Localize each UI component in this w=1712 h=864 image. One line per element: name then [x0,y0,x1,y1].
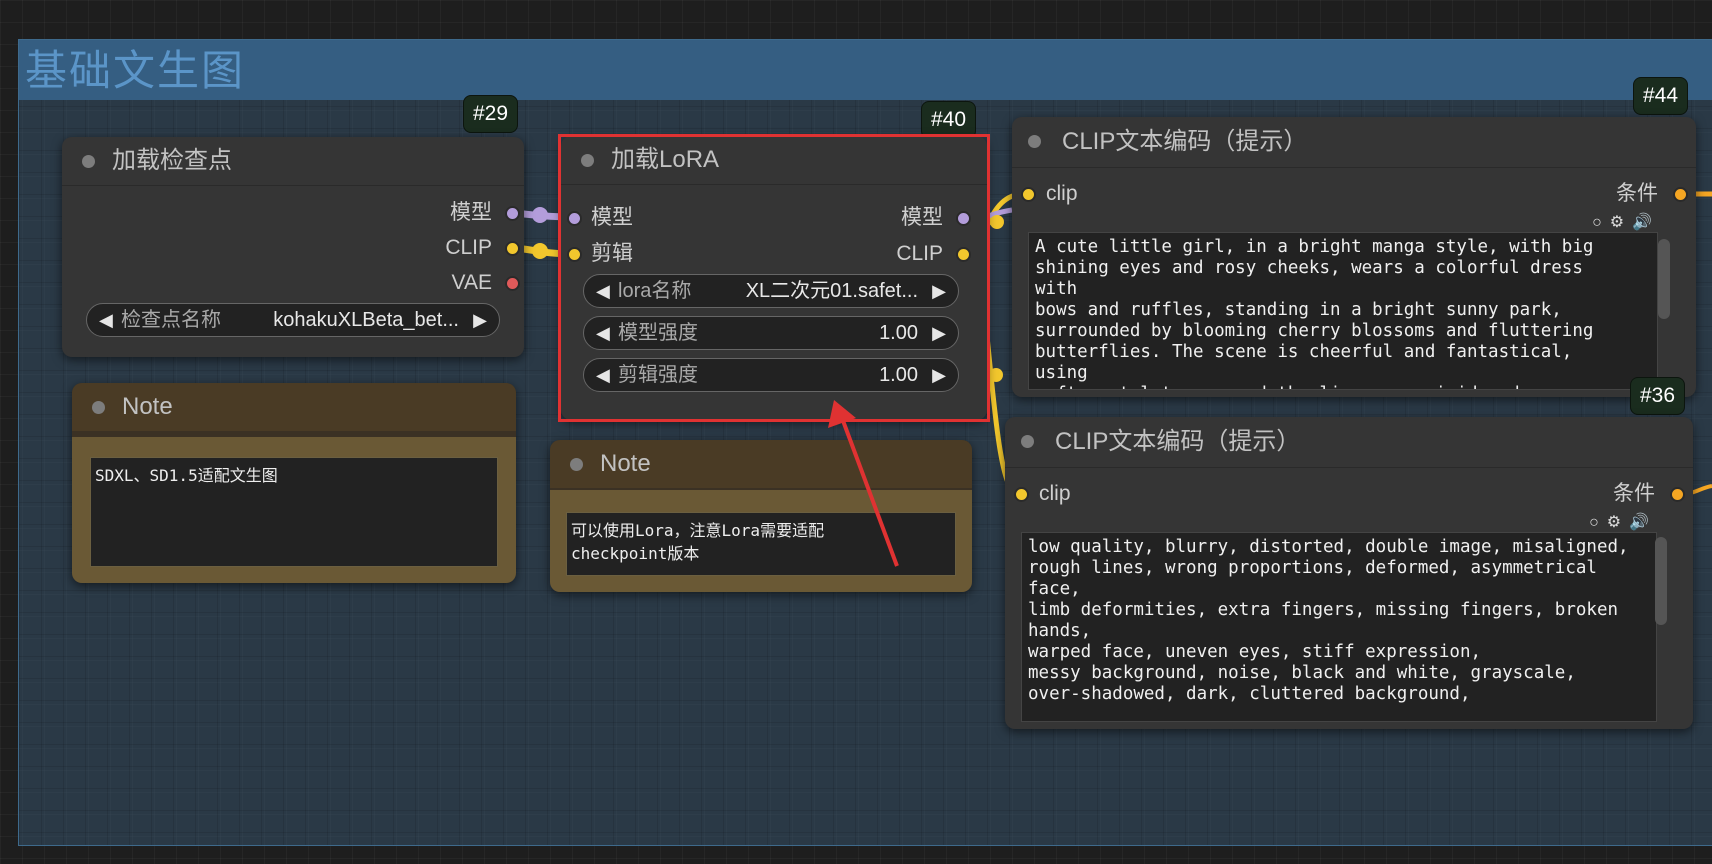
note-node[interactable]: Note 可以使用Lora，注意Lora需要适配 checkpoint版本 [550,440,972,592]
collapse-dot[interactable] [1028,135,1041,148]
output-socket-conditioning[interactable] [1670,487,1685,502]
output-socket-model[interactable] [505,206,520,221]
output-label-model: 模型 [450,201,492,224]
arrow-left-icon[interactable]: ◀ [99,304,113,336]
prompt-textarea[interactable]: low quality, blurry, distorted, double i… [1021,532,1657,722]
output-label-clip: CLIP [445,236,492,259]
collapse-dot[interactable] [1021,435,1034,448]
input-socket-clip[interactable] [1014,487,1029,502]
input-label-clip: clip [1039,482,1071,505]
speaker-icon[interactable]: 🔊 [1629,514,1657,531]
widget-toolbar: ○⚙🔊 [1592,212,1660,232]
load-checkpoint-node[interactable]: 加载检查点 模型 CLIP VAE ◀ 检查点名称 kohakuXLBeta_b… [62,137,524,357]
clip-text-encode-positive-node[interactable]: CLIP文本编码（提示） clip 条件 ○⚙🔊 A cute little g… [1012,117,1696,397]
output-label-vae: VAE [451,271,492,294]
note-text[interactable]: SDXL、SD1.5适配文生图 [90,457,498,567]
node-header[interactable]: CLIP文本编码（提示） [1012,117,1696,168]
widget-label: 检查点名称 [121,309,221,331]
output-socket-clip[interactable] [505,241,520,256]
collapse-dot[interactable] [570,458,583,471]
node-title: 加载检查点 [112,147,232,174]
node-id-badge: #36 [1630,377,1686,415]
node-title: Note [600,450,651,477]
note-text[interactable]: 可以使用Lora，注意Lora需要适配 checkpoint版本 [566,512,956,576]
widget-toolbar: ○⚙🔊 [1589,512,1657,532]
node-header[interactable]: 加载检查点 [62,137,524,186]
textarea-scrollbar[interactable] [1658,239,1670,319]
textarea-scrollbar[interactable] [1655,537,1667,625]
prompt-textarea[interactable]: A cute little girl, in a bright manga st… [1028,232,1658,390]
node-id-badge: #29 [463,95,519,133]
toggle-icon[interactable]: ○ [1589,514,1607,531]
speaker-icon[interactable]: 🔊 [1632,214,1660,231]
input-label-clip: clip [1046,182,1078,205]
node-title: Note [122,393,173,420]
gear-icon[interactable]: ⚙ [1610,214,1632,231]
checkpoint-name-combo[interactable]: ◀ 检查点名称 kohakuXLBeta_bet... ▶ [86,303,500,337]
group-title: 基础文生图 [25,47,246,94]
node-id-badge: #44 [1633,77,1689,115]
input-socket-clip[interactable] [1021,187,1036,202]
collapse-dot[interactable] [92,401,105,414]
widget-value: kohakuXLBeta_bet... [273,309,459,331]
clip-text-encode-negative-node[interactable]: CLIP文本编码（提示） clip 条件 ○⚙🔊 low quality, bl… [1005,417,1693,729]
collapse-dot[interactable] [82,155,95,168]
node-header[interactable]: Note [550,440,972,488]
toggle-icon[interactable]: ○ [1592,214,1610,231]
output-label-conditioning: 条件 [1616,182,1658,205]
output-label-conditioning: 条件 [1613,482,1655,505]
node-title: CLIP文本编码（提示） [1055,428,1301,455]
note-node[interactable]: Note SDXL、SD1.5适配文生图 [72,383,516,583]
output-socket-conditioning[interactable] [1673,187,1688,202]
arrow-right-icon[interactable]: ▶ [473,304,487,336]
node-title: CLIP文本编码（提示） [1062,128,1308,155]
output-socket-vae[interactable] [505,276,520,291]
node-header[interactable]: CLIP文本编码（提示） [1005,417,1693,468]
gear-icon[interactable]: ⚙ [1607,514,1629,531]
highlight-box [558,134,990,422]
group-header[interactable]: 基础文生图 [19,40,1712,100]
node-header[interactable]: Note [72,383,516,431]
